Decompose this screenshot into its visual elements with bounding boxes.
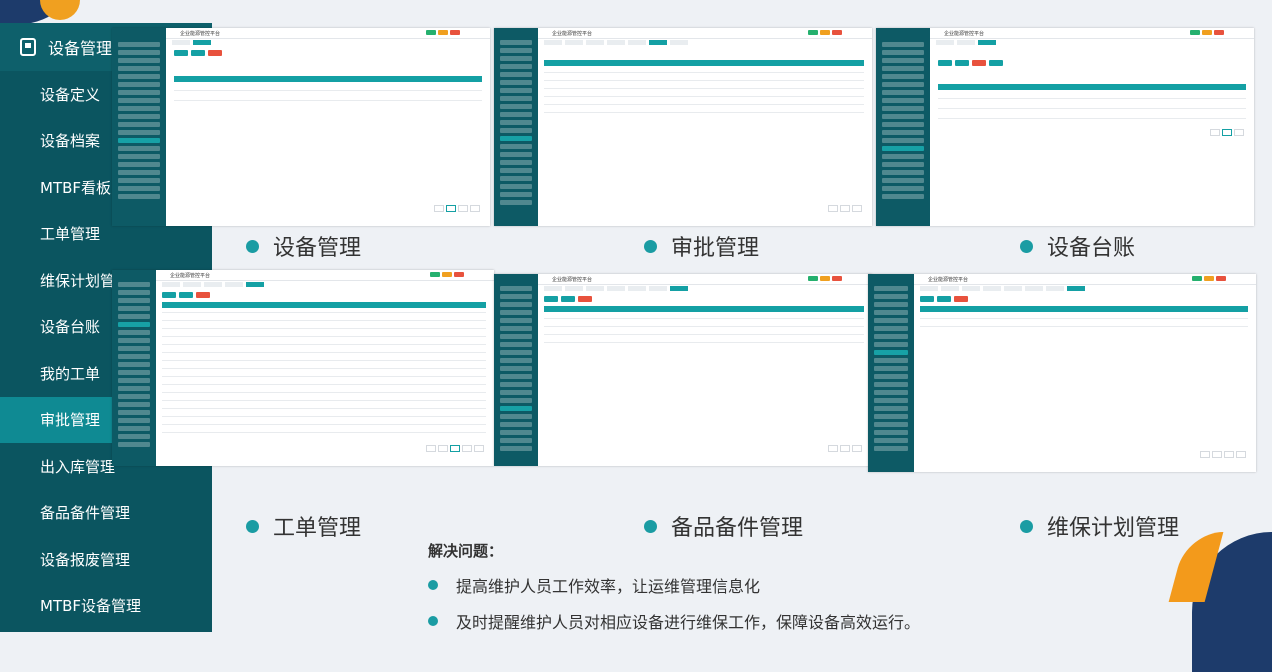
screenshot-sidebar [112,28,166,226]
caption-device-ledger: 设备台账 [1020,230,1135,262]
screenshot-device-ledger: 企业能源管控平台 [876,28,1254,226]
screenshot-work-order-management: 企业能源管控平台 [112,270,494,466]
screenshot-device-management: 企业能源管控平台 [112,28,490,226]
screenshot-spare-parts-management: 企业能源管控平台 [494,274,872,466]
screenshot-topbar: 企业能源管控平台 [538,274,872,285]
caption-device-management: 设备管理 [246,230,361,262]
screenshot-topbar: 企业能源管控平台 [538,28,872,39]
screenshot-topbar: 企业能源管控平台 [166,28,490,39]
screenshot-sidebar [112,270,156,466]
caption-spare-parts-management: 备品备件管理 [644,510,803,542]
clipboard-icon [20,38,36,56]
screenshot-maintenance-plan-management: 企业能源管控平台 [868,274,1256,472]
screenshot-topbar: 企业能源管控平台 [930,28,1254,39]
problem-point: 及时提醒维护人员对相应设备进行维保工作，保障设备高效运行。 [428,609,920,633]
caption-approval-management: 审批管理 [644,230,759,262]
problems-title: 解决问题： [428,542,504,560]
caption-work-order-management: 工单管理 [246,510,361,542]
problems-section: 解决问题： 提高维护人员工作效率，让运维管理信息化 及时提醒维护人员对相应设备进… [428,540,920,645]
screenshot-sidebar [494,28,538,226]
sidebar-item-mtbf-device[interactable]: MTBF设备管理 [0,583,212,630]
screenshot-approval-management: 企业能源管控平台 [494,28,872,226]
problem-point: 提高维护人员工作效率，让运维管理信息化 [428,573,920,597]
sidebar-item-scrap[interactable]: 设备报废管理 [0,536,212,583]
caption-maintenance-plan-management: 维保计划管理 [1020,510,1179,542]
sidebar-item-spare-parts[interactable]: 备品备件管理 [0,490,212,537]
screenshot-topbar: 企业能源管控平台 [914,274,1256,285]
screenshot-sidebar [494,274,538,466]
screenshot-sidebar [868,274,914,472]
screenshot-sidebar [876,28,930,226]
sidebar-title: 设备管理 [48,39,113,58]
screenshot-topbar: 企业能源管控平台 [156,270,494,281]
